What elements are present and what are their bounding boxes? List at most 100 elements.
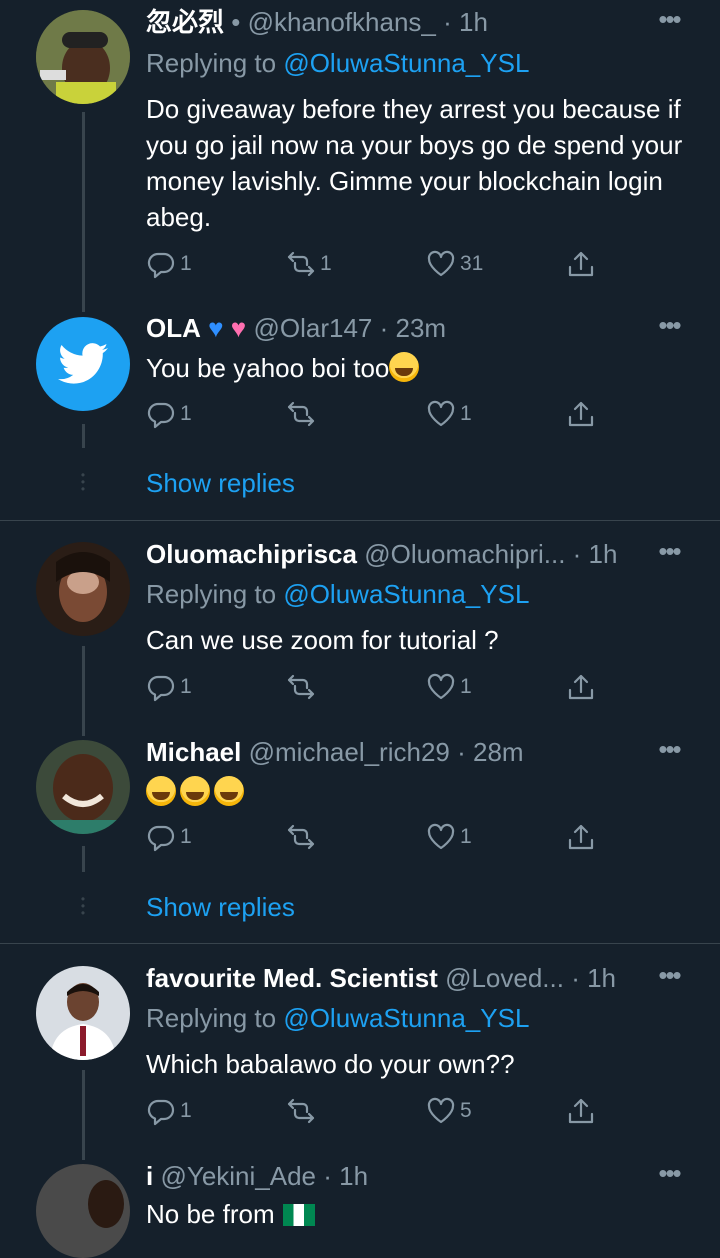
retweet-icon [287, 251, 315, 277]
display-name[interactable]: i [146, 1161, 153, 1191]
avatar-yekini-ade[interactable] [36, 1164, 130, 1258]
timestamp[interactable]: · 1h [443, 7, 488, 37]
laughing-emoji-icon [146, 776, 176, 806]
reply-count: 1 [180, 252, 192, 275]
retweet-button[interactable] [286, 669, 316, 705]
more-options-icon[interactable]: ••• [656, 1158, 682, 1194]
display-name[interactable]: OLA [146, 313, 201, 343]
like-button[interactable]: 1 [426, 819, 472, 855]
share-button[interactable] [566, 396, 596, 432]
share-button[interactable] [566, 246, 596, 282]
thread-dots: • • • [80, 468, 86, 496]
heart-icon [427, 400, 455, 427]
avatar-michael[interactable] [36, 740, 130, 834]
tweet-header: Oluomachiprisca @Oluomachipri... · 1h [146, 536, 680, 572]
timestamp[interactable]: · 1h [573, 539, 618, 569]
retweet-button[interactable] [286, 396, 316, 432]
more-options-icon[interactable]: ••• [656, 310, 682, 346]
replying-to: Replying to @OluwaStunna_YSL [146, 576, 529, 612]
thread-line [82, 646, 85, 736]
like-count: 1 [460, 825, 472, 848]
display-name[interactable]: Oluomachiprisca [146, 539, 357, 569]
reply-count: 1 [180, 1099, 192, 1122]
replying-label: Replying to [146, 1003, 277, 1033]
tweet-text: No be from [146, 1196, 690, 1232]
handle[interactable]: @khanofkhans_ [248, 7, 436, 37]
tweet-text [146, 774, 690, 810]
retweet-icon [287, 674, 315, 700]
timestamp[interactable]: · 23m [380, 313, 446, 343]
show-replies-link[interactable]: Show replies [146, 465, 295, 501]
more-options-icon[interactable]: ••• [656, 960, 682, 996]
reply-button[interactable]: 1 [146, 819, 192, 855]
like-button[interactable]: 5 [426, 1093, 472, 1129]
thread-line [82, 1070, 85, 1160]
timestamp[interactable]: · 28m [457, 737, 523, 767]
handle[interactable]: @Yekini_Ade [160, 1161, 316, 1191]
display-name[interactable]: 忽必烈 [146, 7, 224, 37]
replying-mention-link[interactable]: @OluwaStunna_YSL [283, 48, 529, 78]
retweet-button[interactable]: 1 [286, 246, 332, 282]
timestamp[interactable]: · 1h [323, 1161, 368, 1191]
handle[interactable]: @Loved... [445, 963, 564, 993]
avatar-khanofkhans[interactable] [36, 10, 130, 104]
handle[interactable]: @michael_rich29 [249, 737, 450, 767]
handle[interactable]: @Oluomachipri... [364, 539, 565, 569]
action-bar: 1 1 31 [146, 246, 606, 282]
timestamp[interactable]: · 1h [571, 963, 616, 993]
avatar-olar147[interactable] [36, 317, 130, 411]
retweet-button[interactable] [286, 819, 316, 855]
heart-icon [427, 673, 455, 700]
retweet-icon [287, 1098, 315, 1124]
share-button[interactable] [566, 669, 596, 705]
reply-count: 1 [180, 402, 192, 425]
more-options-icon[interactable]: ••• [656, 734, 682, 770]
reply-button[interactable]: 1 [146, 396, 192, 432]
blue-heart-icon: ♥ [208, 313, 224, 343]
name-separator: • [231, 7, 241, 37]
share-button[interactable] [566, 1093, 596, 1129]
retweet-count: 1 [320, 252, 332, 275]
tweet-header: Michael @michael_rich29 · 28m [146, 734, 680, 770]
share-icon [568, 251, 594, 277]
tweet-text: Do giveaway before they arrest you becau… [146, 94, 683, 232]
pink-heart-icon: ♥ [230, 313, 247, 343]
share-icon [568, 824, 594, 850]
reply-button[interactable]: 1 [146, 1093, 192, 1129]
share-icon [568, 674, 594, 700]
replying-to: Replying to @OluwaStunna_YSL [146, 45, 529, 81]
like-button[interactable]: 31 [426, 246, 483, 282]
display-name[interactable]: favourite Med. Scientist [146, 963, 438, 993]
replying-label: Replying to [146, 48, 277, 78]
like-button[interactable]: 1 [426, 396, 472, 432]
share-icon [568, 1098, 594, 1124]
like-count: 1 [460, 402, 472, 425]
reply-icon [147, 675, 175, 702]
replying-mention-link[interactable]: @OluwaStunna_YSL [283, 579, 529, 609]
share-button[interactable] [566, 819, 596, 855]
replying-mention-link[interactable]: @OluwaStunna_YSL [283, 1003, 529, 1033]
more-options-icon[interactable]: ••• [656, 4, 682, 40]
retweet-icon [287, 401, 315, 427]
thread-line [82, 424, 85, 448]
more-options-icon[interactable]: ••• [656, 536, 682, 572]
tweet-header: i @Yekini_Ade · 1h [146, 1158, 680, 1194]
laughing-emoji-icon [389, 352, 420, 382]
avatar-oluomachiprisca[interactable] [36, 542, 130, 636]
retweet-button[interactable] [286, 1093, 316, 1129]
like-count: 31 [460, 252, 484, 275]
heart-icon [427, 823, 455, 850]
handle[interactable]: @Olar147 [253, 313, 372, 343]
twitter-bird-icon [58, 343, 108, 384]
like-button[interactable]: 1 [426, 669, 472, 705]
avatar-favourite-med-scientist[interactable] [36, 966, 130, 1060]
show-replies-link[interactable]: Show replies [146, 889, 295, 925]
reply-button[interactable]: 1 [146, 669, 192, 705]
tweet-text: Which babalawo do your own?? [146, 1049, 515, 1079]
action-bar: 1 1 [146, 819, 606, 855]
reply-count: 1 [180, 825, 192, 848]
reply-icon [147, 825, 175, 852]
display-name[interactable]: Michael [146, 737, 241, 767]
reply-button[interactable]: 1 [146, 246, 192, 282]
share-icon [568, 401, 594, 427]
